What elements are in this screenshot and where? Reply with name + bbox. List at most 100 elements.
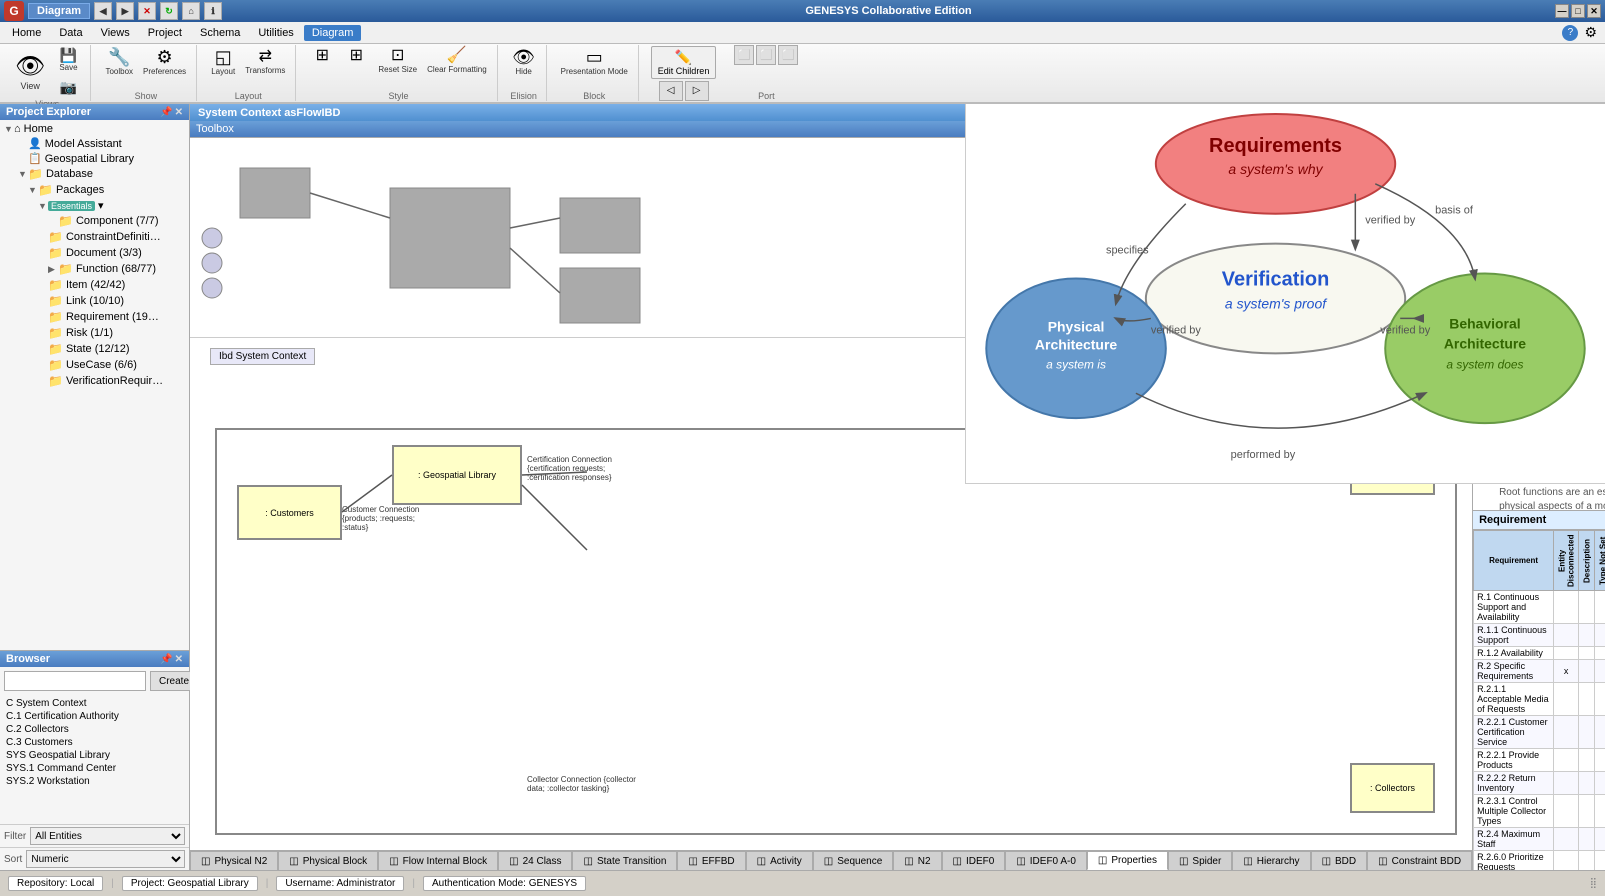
req-name-10[interactable]: R.2.6.0 Prioritize Requests	[1474, 851, 1554, 871]
req-name-8[interactable]: R.2.3.1 Control Multiple Collector Types	[1474, 795, 1554, 828]
browser-item-5[interactable]: SYS.1 Command Center	[4, 762, 185, 775]
req-name-7[interactable]: R.2.2.2 Return Inventory	[1474, 772, 1554, 795]
preferences-button[interactable]: ⚙ Preferences	[139, 45, 190, 79]
tab-bdd[interactable]: ◫ BDD	[1311, 851, 1368, 870]
presentation-mode-button[interactable]: ▭ Presentation Mode	[557, 45, 632, 79]
maximize-button[interactable]: □	[1571, 4, 1585, 18]
tab-physical-n2[interactable]: ◫ Physical N2	[190, 851, 278, 870]
clear-formatting-button[interactable]: 🧹 Clear Formatting	[423, 45, 491, 77]
nav-circle-1[interactable]	[202, 228, 222, 248]
nav-home[interactable]: ⌂	[182, 2, 200, 20]
port-btn-1[interactable]: ⬜	[734, 45, 754, 65]
tab-hierarchy[interactable]: ◫ Hierarchy	[1232, 851, 1310, 870]
tab-idef0[interactable]: ◫ IDEF0	[942, 851, 1006, 870]
layout-button[interactable]: ◱ Layout	[207, 45, 239, 79]
block-nav-btn-1[interactable]: ◁	[659, 81, 683, 101]
tree-item-geospatial[interactable]: 📋 Geospatial Library	[0, 151, 189, 166]
tree-item-constraint[interactable]: 📁 ConstraintDefiniti…	[0, 229, 189, 245]
tab-constraint-bdd[interactable]: ◫ Constraint BDD	[1367, 851, 1472, 870]
browser-close-icon[interactable]: ✕	[175, 654, 183, 665]
block-nav-btn-2[interactable]: ▷	[685, 81, 709, 101]
req-name-5[interactable]: R.2.2.1 Customer Certification Service	[1474, 716, 1554, 749]
ibd-collectors-block[interactable]: : Collectors	[1350, 763, 1435, 813]
hide-button[interactable]: 👁 Hide	[508, 45, 540, 79]
transforms-button[interactable]: ⇄ Transforms	[241, 46, 289, 78]
port-btn-2[interactable]: ⬜	[756, 45, 776, 65]
tree-item-database[interactable]: ▼ 📁 Database	[0, 166, 189, 182]
req-name-1[interactable]: R.1.1 Continuous Support	[1474, 624, 1554, 647]
menu-utilities[interactable]: Utilities	[250, 25, 301, 41]
nav-info[interactable]: ℹ	[204, 2, 222, 20]
tree-item-item[interactable]: 📁 Item (42/42)	[0, 277, 189, 293]
style-btn-1[interactable]: ⊞	[306, 45, 338, 77]
tab-physical-block[interactable]: ◫ Physical Block	[278, 851, 378, 870]
view-button[interactable]: 👁 View	[10, 49, 50, 94]
menu-views[interactable]: Views	[93, 25, 138, 41]
tree-item-usecase[interactable]: 📁 UseCase (6/6)	[0, 357, 189, 373]
req-name-4[interactable]: R.2.1.1 Acceptable Media of Requests	[1474, 683, 1554, 716]
browser-item-2[interactable]: C.2 Collectors	[4, 723, 185, 736]
sort-select[interactable]: Numeric	[26, 850, 185, 868]
tab-flow-internal[interactable]: ◫ Flow Internal Block	[378, 851, 498, 870]
nav-stop[interactable]: ✕	[138, 2, 156, 20]
tree-item-verification[interactable]: 📁 VerificationRequir…	[0, 373, 189, 389]
tab-n2[interactable]: ◫ N2	[893, 851, 941, 870]
tree-item-model-assistant[interactable]: 👤 Model Assistant	[0, 136, 189, 151]
help-icon[interactable]: ?	[1562, 25, 1578, 41]
browser-item-6[interactable]: SYS.2 Workstation	[4, 775, 185, 788]
tree-item-requirement[interactable]: 📁 Requirement (19…	[0, 309, 189, 325]
req-name-2[interactable]: R.1.2 Availability	[1474, 647, 1554, 660]
nav-circle-3[interactable]	[202, 278, 222, 298]
port-btn-3[interactable]: ⬜	[778, 45, 798, 65]
snapshot-button[interactable]: 📷	[52, 77, 84, 97]
menu-data[interactable]: Data	[51, 25, 90, 41]
req-name-0[interactable]: R.1 Continuous Support and Availability	[1474, 591, 1554, 624]
tab-sequence[interactable]: ◫ Sequence	[813, 851, 894, 870]
close-button[interactable]: ✕	[1587, 4, 1601, 18]
nav-circle-2[interactable]	[202, 253, 222, 273]
tab-class[interactable]: ◫ 24 Class	[498, 851, 572, 870]
tab-idef0-a0[interactable]: ◫ IDEF0 A-0	[1005, 851, 1087, 870]
ibd-customers-block[interactable]: : Customers	[237, 485, 342, 540]
edit-children-button[interactable]: ✏️ Edit Children	[651, 46, 717, 79]
menu-diagram[interactable]: Diagram	[304, 25, 362, 41]
browser-item-1[interactable]: C.1 Certification Authority	[4, 710, 185, 723]
tree-item-document[interactable]: 📁 Document (3/3)	[0, 245, 189, 261]
ibd-geospatial-block[interactable]: : Geospatial Library	[392, 445, 522, 505]
tree-item-link[interactable]: 📁 Link (10/10)	[0, 293, 189, 309]
tree-item-packages[interactable]: ▼ 📁 Packages	[0, 182, 189, 198]
req-name-3[interactable]: R.2 Specific Requirements	[1474, 660, 1554, 683]
browser-search-input[interactable]	[4, 671, 146, 691]
tree-item-risk[interactable]: 📁 Risk (1/1)	[0, 325, 189, 341]
nav-refresh[interactable]: ↻	[160, 2, 178, 20]
browser-item-0[interactable]: C System Context	[4, 697, 185, 710]
tree-item-function[interactable]: ▶ 📁 Function (68/77)	[0, 261, 189, 277]
browser-item-4[interactable]: SYS Geospatial Library	[4, 749, 185, 762]
nav-back[interactable]: ◀	[94, 2, 112, 20]
tab-spider[interactable]: ◫ Spider	[1168, 851, 1232, 870]
tree-item-home[interactable]: ▼ ⌂ Home	[0, 122, 189, 136]
tab-state-transition[interactable]: ◫ State Transition	[572, 851, 677, 870]
settings-icon[interactable]: ⚙	[1584, 24, 1597, 41]
req-name-6[interactable]: R.2.2.1 Provide Products	[1474, 749, 1554, 772]
reset-size-button[interactable]: ⊡ Reset Size	[374, 45, 421, 77]
browser-item-3[interactable]: C.3 Customers	[4, 736, 185, 749]
req-name-9[interactable]: R.2.4 Maximum Staff	[1474, 828, 1554, 851]
tab-effbd[interactable]: ◫ EFFBD	[677, 851, 745, 870]
tree-item-component[interactable]: 📁 Component (7/7)	[0, 213, 189, 229]
filter-select[interactable]: All Entities	[30, 827, 185, 845]
pe-close-icon[interactable]: ✕	[175, 107, 183, 118]
menu-schema[interactable]: Schema	[192, 25, 248, 41]
menu-project[interactable]: Project	[140, 25, 190, 41]
tree-item-state[interactable]: 📁 State (12/12)	[0, 341, 189, 357]
style-btn-2[interactable]: ⊞	[340, 45, 372, 77]
tree-item-essentials[interactable]: ▼ Essentials ▾	[0, 198, 189, 213]
tab-properties[interactable]: ◫ Properties	[1087, 851, 1168, 870]
menu-home[interactable]: Home	[4, 25, 49, 41]
title-tab-diagram[interactable]: Diagram	[28, 3, 90, 19]
browser-pin-icon[interactable]: 📌	[160, 654, 172, 665]
toolbox-button[interactable]: 🔧 Toolbox	[101, 45, 137, 79]
tab-activity[interactable]: ◫ Activity	[746, 851, 813, 870]
nav-forward[interactable]: ▶	[116, 2, 134, 20]
save-button[interactable]: 💾 Save	[52, 45, 84, 75]
